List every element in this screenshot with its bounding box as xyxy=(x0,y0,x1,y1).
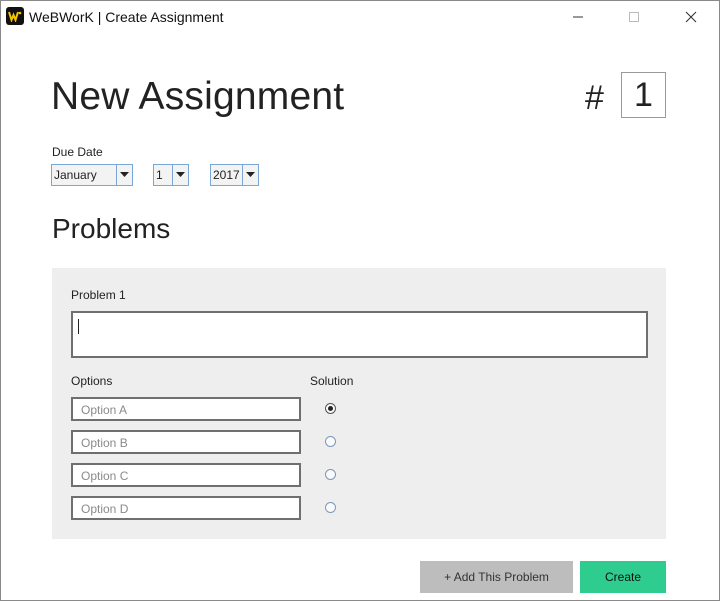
webwork-logo-icon xyxy=(6,7,24,25)
options-label: Options xyxy=(71,374,113,388)
minimize-icon xyxy=(573,16,583,18)
add-problem-button[interactable]: + Add This Problem xyxy=(420,561,573,593)
close-icon xyxy=(685,11,697,23)
solution-radio-c[interactable] xyxy=(325,469,336,480)
solution-radio-d[interactable] xyxy=(325,502,336,513)
app-window: WeBWorK | Create Assignment New Assignme… xyxy=(0,0,720,601)
assignment-number-field[interactable]: 1 xyxy=(621,72,666,118)
solution-radio-a[interactable] xyxy=(325,403,336,414)
due-month-select[interactable]: January xyxy=(51,164,133,186)
close-button[interactable] xyxy=(668,1,714,32)
due-month-value: January xyxy=(54,168,97,182)
solution-label: Solution xyxy=(310,374,354,388)
chevron-down-icon xyxy=(120,172,129,177)
due-day-dropdown-button[interactable] xyxy=(172,165,188,185)
chevron-down-icon xyxy=(176,172,185,177)
maximize-icon xyxy=(629,12,639,22)
option-b-input[interactable]: Option B xyxy=(71,430,301,454)
problem-panel: Problem 1 Options Solution Option A Opti… xyxy=(52,268,666,539)
chevron-down-icon xyxy=(246,172,255,177)
assignment-number-hash: # xyxy=(585,79,604,117)
due-year-value: 2017 xyxy=(213,168,240,182)
due-month-dropdown-button[interactable] xyxy=(116,165,132,185)
problem-text-input[interactable] xyxy=(71,311,648,358)
due-year-dropdown-button[interactable] xyxy=(242,165,258,185)
title-bar[interactable]: WeBWorK | Create Assignment xyxy=(1,1,719,32)
option-d-input[interactable]: Option D xyxy=(71,496,301,520)
problems-section-title: Problems xyxy=(52,213,171,244)
text-caret xyxy=(78,319,79,334)
due-date-label: Due Date xyxy=(52,145,103,159)
page-title: New Assignment xyxy=(51,75,345,118)
minimize-button[interactable] xyxy=(555,1,601,32)
solution-radio-b[interactable] xyxy=(325,436,336,447)
option-a-input[interactable]: Option A xyxy=(71,397,301,421)
due-day-value: 1 xyxy=(156,168,163,182)
window-title: WeBWorK | Create Assignment xyxy=(29,9,224,25)
maximize-button[interactable] xyxy=(611,1,657,32)
due-year-select[interactable]: 2017 xyxy=(210,164,259,186)
create-button[interactable]: Create xyxy=(580,561,666,593)
option-c-input[interactable]: Option C xyxy=(71,463,301,487)
problem-label: Problem 1 xyxy=(71,288,126,302)
due-day-select[interactable]: 1 xyxy=(153,164,189,186)
